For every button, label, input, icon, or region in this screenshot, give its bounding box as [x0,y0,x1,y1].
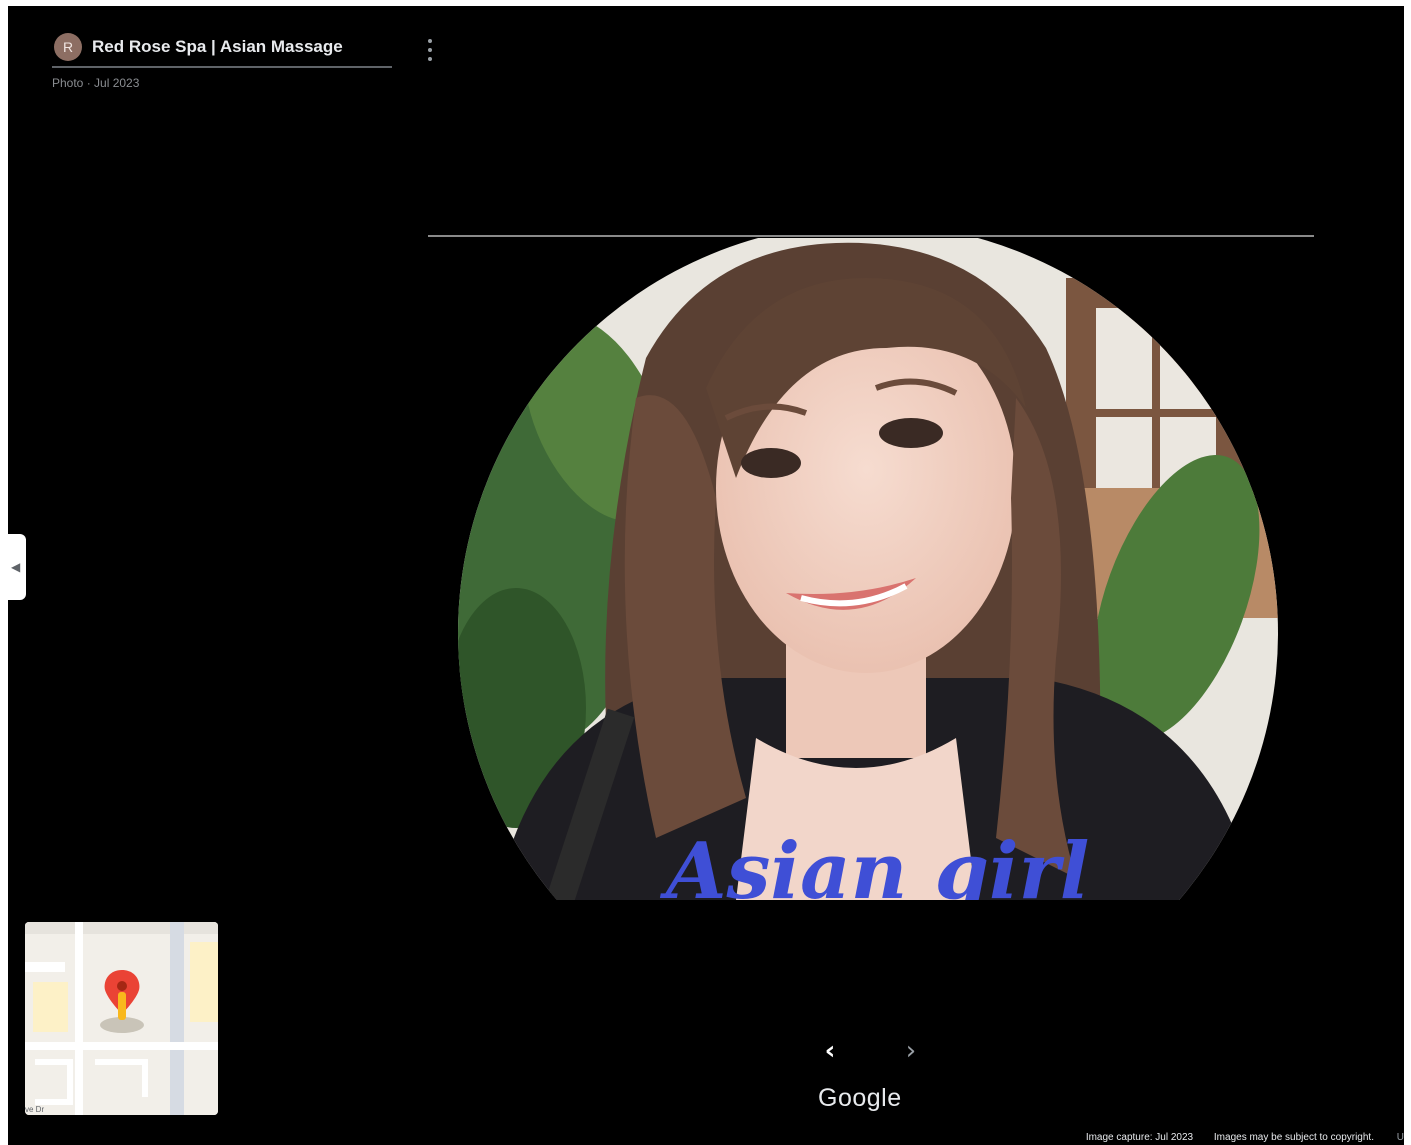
chevron-left-icon: ‹ [824,1036,836,1066]
google-logo: Google [818,1084,902,1112]
mini-map[interactable]: ve Dr [25,922,218,1115]
next-photo-button[interactable]: › [896,1036,926,1066]
photo-image: Asian girl [458,238,1278,900]
collapse-panel-button[interactable]: ◀ [8,534,26,600]
photo-top-divider [428,235,1314,237]
chevron-left-icon: ◀ [11,560,21,574]
footer-trailing-link[interactable]: U [1397,1132,1404,1143]
previous-photo-button[interactable]: ‹ [815,1036,845,1066]
place-header: R Red Rose Spa | Asian Massage Photo · J… [52,28,392,90]
place-title[interactable]: Red Rose Spa | Asian Massage [92,37,343,57]
place-link[interactable]: R Red Rose Spa | Asian Massage [52,28,392,68]
image-capture-date: Image capture: Jul 2023 [1085,1132,1194,1143]
map-image [25,922,218,1115]
copyright-notice[interactable]: Images may be subject to copyright. [1214,1132,1374,1143]
map-street-label: ve Dr [25,1105,45,1114]
photo-viewer: R Red Rose Spa | Asian Massage Photo · J… [8,6,1404,1145]
photo-caption: Asian girl [659,826,1089,900]
avatar[interactable]: R [54,33,82,61]
more-options-icon[interactable] [418,34,442,68]
chevron-right-icon: › [905,1036,917,1066]
photo-date: Photo · Jul 2023 [52,76,140,90]
main-photo[interactable]: Asian girl [456,238,1281,900]
footer: Image capture: Jul 2023 Images may be su… [1068,1132,1404,1143]
